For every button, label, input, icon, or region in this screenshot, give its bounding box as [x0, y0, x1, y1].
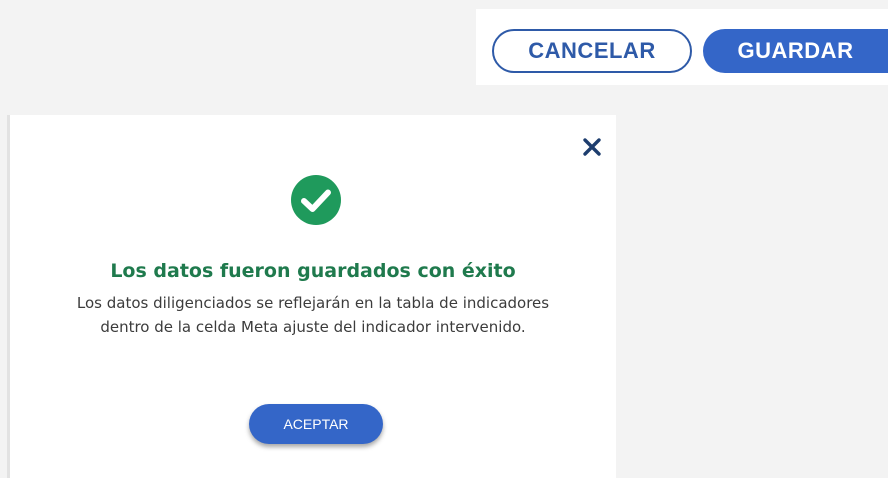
- modal-message: Los datos diligenciados se reflejarán en…: [76, 294, 550, 336]
- close-icon[interactable]: [580, 135, 604, 159]
- form-action-bar: CANCELAR GUARDAR: [476, 9, 888, 85]
- cancel-button[interactable]: CANCELAR: [492, 29, 692, 73]
- accept-button[interactable]: ACEPTAR: [249, 404, 383, 444]
- save-button[interactable]: GUARDAR: [703, 29, 888, 73]
- success-modal: Los datos fueron guardados con éxito Los…: [10, 115, 616, 478]
- modal-title: Los datos fueron guardados con éxito: [110, 260, 516, 282]
- check-circle-icon: [290, 174, 342, 226]
